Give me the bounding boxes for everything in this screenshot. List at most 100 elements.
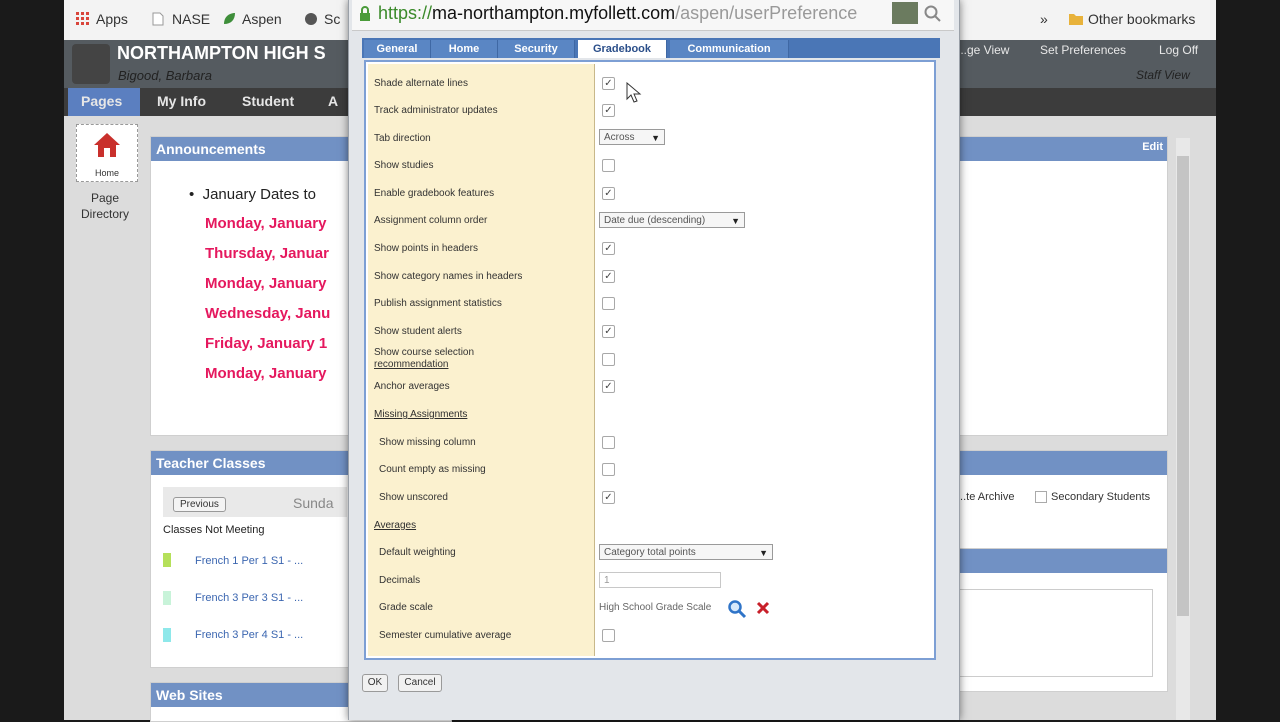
averages-heading: Averages: [374, 520, 417, 531]
page-directory-link[interactable]: Page Directory: [72, 190, 138, 222]
search-icon[interactable]: [924, 5, 942, 23]
staff-view-label[interactable]: Staff View: [1136, 68, 1190, 82]
tab-security[interactable]: Security: [498, 40, 575, 58]
course-selection-checkbox[interactable]: [602, 353, 615, 366]
tab-home[interactable]: Home: [431, 40, 498, 58]
bookmarks-overflow[interactable]: »: [1040, 11, 1048, 27]
classes-not-meeting: Classes Not Meeting: [163, 524, 265, 536]
empty-missing-checkbox[interactable]: [602, 463, 615, 476]
pref-label: Show points in headers: [374, 243, 478, 254]
school-logo: [72, 44, 110, 84]
page-scrollbar-thumb[interactable]: [1177, 156, 1189, 616]
left-nav: Home Page Directory: [72, 120, 140, 720]
pref-label: Decimals: [379, 575, 421, 586]
nav-more[interactable]: A: [328, 93, 338, 109]
decimals-input[interactable]: 1: [599, 572, 721, 588]
pref-label: Enable gradebook features: [374, 188, 495, 199]
pref-label: Tab direction: [374, 133, 431, 144]
class-color-swatch: [163, 553, 171, 567]
tab-direction-select[interactable]: Across ▼: [599, 129, 665, 145]
pref-label-continued: recommendation: [374, 359, 449, 370]
pref-label: Show category names in headers: [374, 271, 523, 282]
class-link[interactable]: French 3 Per 3 S1 - ...: [195, 592, 303, 604]
pref-label: Show missing column: [379, 437, 476, 448]
school-name: NORTHAMPTON HIGH S: [117, 43, 326, 63]
column-order-select[interactable]: Date due (descending) ▼: [599, 212, 745, 228]
day-label: Sunda: [293, 495, 334, 511]
pref-label: Semester cumulative average: [379, 630, 512, 641]
pref-label: Assignment column order: [374, 215, 488, 226]
tab-communication[interactable]: Communication: [670, 40, 789, 58]
announcement-date: Thursday, Januar: [205, 245, 329, 262]
cursor-icon: [626, 82, 642, 103]
class-link[interactable]: French 3 Per 4 S1 - ...: [195, 629, 303, 641]
anchor-averages-checkbox[interactable]: ✓: [602, 380, 615, 393]
pref-label: Track administrator updates: [374, 105, 498, 116]
shade-lines-checkbox[interactable]: ✓: [602, 77, 615, 90]
home-label: Home: [94, 168, 119, 178]
other-bookmarks[interactable]: Other bookmarks: [1068, 11, 1195, 27]
url-text: https://ma-northampton.myfollett.com/asp…: [378, 3, 858, 23]
missing-column-checkbox[interactable]: [602, 436, 615, 449]
nav-student[interactable]: Student: [242, 93, 294, 109]
announcement-date: Wednesday, Janu: [205, 305, 331, 322]
tab-gradebook[interactable]: Gradebook: [578, 40, 667, 58]
pref-label: Publish assignment statistics: [374, 298, 502, 309]
user-name: Bigood, Barbara: [118, 68, 212, 83]
bookmark-sc[interactable]: Sc: [304, 11, 340, 27]
lock-icon: [360, 6, 370, 21]
apps-grid-icon: [76, 12, 90, 26]
delete-icon[interactable]: [755, 600, 771, 616]
page-icon: [152, 12, 166, 26]
pref-label: Show studies: [374, 160, 434, 171]
nav-pages[interactable]: Pages: [81, 93, 122, 109]
pref-label: Grade scale: [379, 602, 433, 613]
announcement-date: Monday, January: [205, 365, 327, 382]
cancel-button[interactable]: Cancel: [398, 674, 442, 692]
track-updates-checkbox[interactable]: ✓: [602, 104, 615, 117]
pref-label: Default weighting: [379, 547, 456, 558]
secondary-students-checkbox[interactable]: [1035, 491, 1047, 503]
home-tile[interactable]: Home: [76, 124, 138, 182]
log-off-link[interactable]: Log Off: [1159, 43, 1198, 57]
grade-scale-value: High School Grade Scale: [599, 602, 712, 613]
page-view-link[interactable]: ...ge View: [957, 43, 1009, 57]
magnifier-icon[interactable]: [727, 599, 747, 619]
show-studies-checkbox[interactable]: [602, 159, 615, 172]
class-link[interactable]: French 1 Per 1 S1 - ...: [195, 555, 303, 567]
default-weighting-select[interactable]: Category total points ▼: [599, 544, 773, 560]
category-headers-checkbox[interactable]: ✓: [602, 270, 615, 283]
pref-label: Shade alternate lines: [374, 78, 468, 89]
previous-button[interactable]: Previous: [173, 497, 226, 512]
bookmark-aspen[interactable]: Aspen: [222, 11, 282, 27]
points-headers-checkbox[interactable]: ✓: [602, 242, 615, 255]
student-alerts-checkbox[interactable]: ✓: [602, 325, 615, 338]
class-color-swatch: [163, 591, 171, 605]
publish-stats-checkbox[interactable]: [602, 297, 615, 310]
announcement-date: Monday, January: [205, 275, 327, 292]
announcement-date: Monday, January: [205, 215, 327, 232]
ok-button[interactable]: OK: [362, 674, 388, 692]
bookmark-apps[interactable]: Apps: [76, 11, 128, 27]
missing-assignments-heading: Missing Assignments: [374, 409, 468, 420]
secondary-students-label: Secondary Students: [1051, 491, 1151, 503]
class-color-swatch: [163, 628, 171, 642]
tab-general[interactable]: General: [364, 40, 431, 58]
gradebook-features-checkbox[interactable]: ✓: [602, 187, 615, 200]
announcements-edit[interactable]: Edit: [1142, 141, 1163, 153]
announcement-lead: • January Dates to: [189, 186, 316, 203]
announcement-date: Friday, January 1: [205, 335, 328, 352]
pref-label: Anchor averages: [374, 381, 450, 392]
archive-label: ...te Archive: [957, 491, 1015, 503]
pref-label: Show unscored: [379, 492, 448, 503]
nav-my-info[interactable]: My Info: [157, 93, 206, 109]
home-icon: [94, 133, 120, 157]
semester-average-checkbox[interactable]: [602, 629, 615, 642]
pref-label: Show course selection: [374, 347, 475, 358]
pref-label: Show student alerts: [374, 326, 462, 337]
folder-icon: [1068, 12, 1083, 26]
popup-url-bar[interactable]: https://ma-northampton.myfollett.com/asp…: [352, 0, 954, 31]
set-preferences-link[interactable]: Set Preferences: [1040, 43, 1126, 57]
show-unscored-checkbox[interactable]: ✓: [602, 491, 615, 504]
bookmark-nase[interactable]: NASE: [152, 11, 210, 27]
